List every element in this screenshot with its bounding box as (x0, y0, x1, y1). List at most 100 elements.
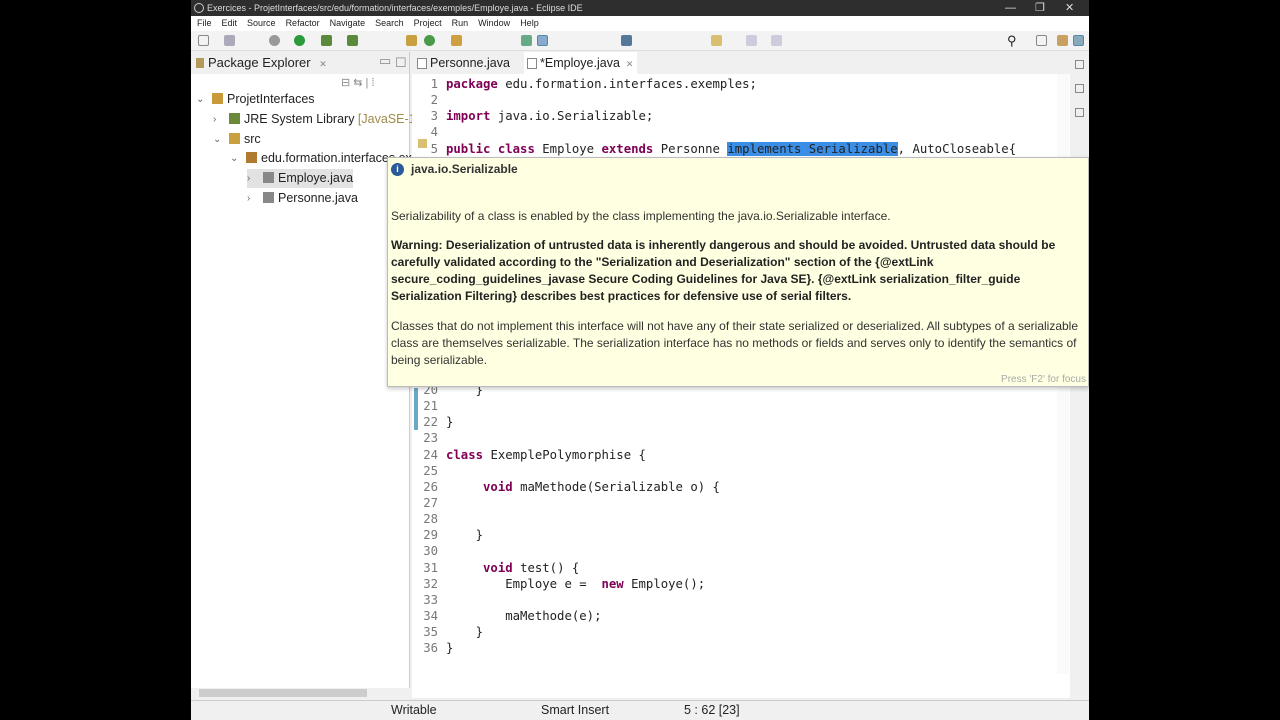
source-folder-icon (229, 132, 240, 144)
code-line: 25 (412, 463, 1052, 479)
keyword: void (483, 479, 513, 494)
menu-project[interactable]: Project (414, 18, 442, 28)
minimize-button[interactable]: — (1005, 0, 1016, 16)
line-number: 1 (430, 77, 438, 91)
collapse-all-icon[interactable]: ⊟ ⇆ | ⁞ (341, 76, 375, 89)
hover-paragraph-3: Classes that do not implement this inter… (391, 319, 1079, 367)
minimize-view-icon[interactable]: ▭ (379, 50, 391, 72)
editor-tab[interactable]: *Employe.java ✕ (524, 52, 638, 74)
tree-item[interactable]: › JRE System Library [JavaSE-11] (213, 110, 425, 129)
java-file-icon (527, 58, 537, 69)
package-explorer-icon (196, 58, 204, 68)
menu-file[interactable]: File (197, 18, 212, 28)
java-perspective-icon[interactable] (1073, 35, 1084, 46)
mark-occurrences-icon[interactable] (537, 35, 548, 46)
outline-icon[interactable] (1075, 84, 1084, 93)
expand-toggle-icon[interactable]: › (213, 110, 216, 129)
task-list-icon[interactable] (1075, 108, 1084, 117)
close-button[interactable]: ✕ (1065, 0, 1074, 16)
restore-button[interactable]: ❐ (1035, 0, 1045, 16)
code-line: 35 } (412, 624, 1052, 640)
keyword: class (497, 141, 535, 156)
tree-item[interactable]: ⌄ ProjetInterfaces (196, 90, 315, 109)
toggle-breadcrumb-icon[interactable] (521, 35, 532, 46)
cursor-position: 5 : 62 [23] (684, 703, 740, 717)
save-icon[interactable] (224, 35, 235, 46)
hover-footer: Press 'F2' for focus (1001, 374, 1086, 385)
code-text: java.io.Serializable; (497, 109, 654, 124)
menu-help[interactable]: Help (520, 18, 539, 28)
tree-item-label: JRE System Library (244, 111, 358, 126)
line-number: 3 (430, 109, 438, 124)
code-line: 24 class ExemplePolymorphise { (412, 447, 1052, 463)
code-text: Employe (542, 141, 595, 156)
editor-tab[interactable]: Personne.java (414, 52, 510, 74)
external-tools-icon[interactable] (347, 35, 358, 46)
tree-item[interactable]: ⌄ src (213, 130, 261, 149)
hover-warning: Warning: Deserialization of untrusted da… (391, 238, 1056, 303)
tree-item[interactable]: › Employe.java (247, 169, 354, 189)
tree-item[interactable]: ⌄ edu.formation.interfaces.ex (230, 149, 412, 168)
menu-window[interactable]: Window (478, 18, 510, 28)
menu-edit[interactable]: Edit (222, 18, 238, 28)
new-icon[interactable] (198, 35, 209, 46)
code-line: 4 (412, 124, 1052, 140)
tree-item[interactable]: › Personne.java (247, 189, 358, 208)
code-line: 3 import java.io.Serializable; (412, 108, 1052, 124)
menu-search[interactable]: Search (375, 18, 404, 28)
menu-source[interactable]: Source (247, 18, 276, 28)
open-perspective-icon[interactable] (1036, 35, 1047, 46)
keyword: public (446, 141, 491, 156)
expand-toggle-icon[interactable]: › (247, 189, 250, 208)
hover-title: java.io.Serializable (411, 162, 518, 176)
keyword: new (601, 576, 624, 591)
line-number: 4 (430, 125, 438, 140)
menu-refactor[interactable]: Refactor (286, 18, 320, 28)
code-line: 1 package edu.formation.interfaces.exempl… (412, 76, 1052, 92)
maximize-view-icon[interactable]: ☐ (395, 52, 407, 74)
tree-item-label: ProjetInterfaces (227, 92, 315, 106)
debug-icon[interactable] (269, 35, 280, 46)
code-text: test() { (520, 560, 580, 575)
tab-label: *Employe.java (540, 56, 620, 70)
forward-nav-icon[interactable] (771, 35, 782, 46)
java-ee-perspective-icon[interactable] (1057, 35, 1068, 46)
code-text: Personne (660, 141, 720, 156)
expand-toggle-icon[interactable]: ⌄ (230, 149, 238, 168)
back-nav-icon[interactable] (746, 35, 757, 46)
line-number: 25 (423, 463, 438, 478)
expand-toggle-icon[interactable]: ⌄ (213, 130, 221, 149)
code-text: } (446, 528, 484, 543)
new-class-icon[interactable] (424, 35, 435, 46)
code-text: maMethode(Serializable o) { (520, 479, 720, 494)
expand-toggle-icon[interactable]: › (247, 169, 250, 188)
code-text: maMethode(e); (446, 608, 602, 623)
search-icon[interactable]: ⚲ (1007, 33, 1017, 49)
library-icon (229, 112, 240, 124)
new-java-project-icon[interactable] (406, 35, 417, 46)
run-icon[interactable] (294, 35, 305, 46)
back-icon[interactable] (711, 35, 722, 46)
coverage-icon[interactable] (321, 35, 332, 46)
line-number: 30 (423, 544, 438, 559)
java-file-icon (263, 192, 274, 203)
close-view-icon[interactable]: ✕ (319, 59, 327, 69)
package-explorer-view: Package Explorer ✕ ▭ ☐ ⊟ ⇆ | ⁞ ⌄ ProjetIn… (191, 52, 425, 698)
menu-navigate[interactable]: Navigate (330, 18, 366, 28)
horizontal-scrollbar[interactable] (191, 688, 410, 698)
close-tab-icon[interactable]: ✕ (626, 59, 634, 69)
restore-view-icon[interactable] (1075, 60, 1084, 69)
window-title: Exercices - ProjetInterfaces/src/edu/for… (207, 3, 583, 13)
open-type-icon[interactable] (451, 35, 462, 46)
quick-fix-bulb-icon[interactable] (418, 139, 427, 148)
keyword: class (446, 447, 484, 462)
code-line: 21 (412, 398, 1052, 414)
expand-toggle-icon[interactable]: ⌄ (196, 90, 204, 109)
menu-run[interactable]: Run (452, 18, 469, 28)
terminal-icon[interactable] (621, 35, 632, 46)
package-icon (246, 152, 257, 164)
package-explorer-tab[interactable]: Package Explorer ✕ ▭ ☐ (191, 52, 409, 74)
keyword: package (446, 77, 498, 91)
line-number: 35 (423, 625, 438, 640)
